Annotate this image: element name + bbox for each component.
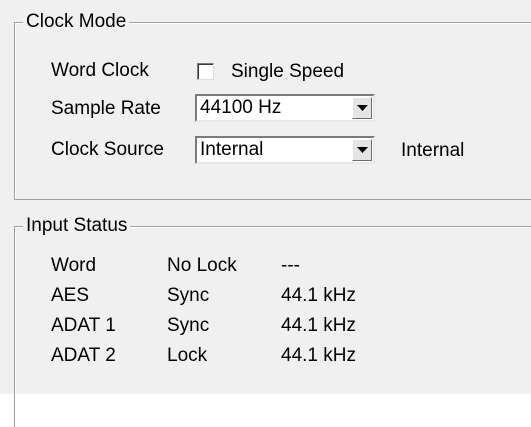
sample-rate-select[interactable]: 44100 Hz (195, 94, 375, 122)
sample-rate-label: Sample Rate (51, 98, 161, 119)
sample-rate-value: 44100 Hz (200, 97, 282, 118)
clock-source-value: Internal (200, 139, 264, 160)
status-row-name: Word (51, 255, 97, 276)
clock-mode-title: Clock Mode (23, 11, 130, 33)
settings-panel: Clock Mode Word Clock Single Speed Sampl… (0, 0, 531, 427)
status-row-state: Lock (167, 345, 208, 366)
status-row-name: AES (51, 285, 90, 306)
status-row-name: ADAT 1 (51, 315, 116, 336)
clock-source-dropdown-button[interactable] (352, 139, 372, 161)
single-speed-label[interactable]: Single Speed (231, 61, 344, 83)
chevron-down-icon (357, 105, 368, 111)
word-clock-label: Word Clock (51, 60, 149, 81)
sample-rate-dropdown-button[interactable] (352, 97, 372, 119)
status-row-state: Sync (167, 315, 210, 336)
clock-source-status: Internal (401, 140, 465, 161)
status-row-rate: --- (281, 255, 300, 276)
status-row-rate: 44.1 kHz (281, 285, 356, 306)
status-row-state: No Lock (167, 255, 237, 276)
status-row-rate: 44.1 kHz (281, 345, 356, 366)
input-status-title: Input Status (23, 215, 131, 237)
chevron-down-icon (357, 147, 368, 153)
status-row-name: ADAT 2 (51, 345, 116, 366)
status-row-rate: 44.1 kHz (281, 315, 356, 336)
clock-source-label: Clock Source (51, 139, 164, 160)
status-row-state: Sync (167, 285, 210, 306)
single-speed-checkbox[interactable] (197, 63, 214, 80)
clock-source-select[interactable]: Internal (195, 136, 375, 164)
